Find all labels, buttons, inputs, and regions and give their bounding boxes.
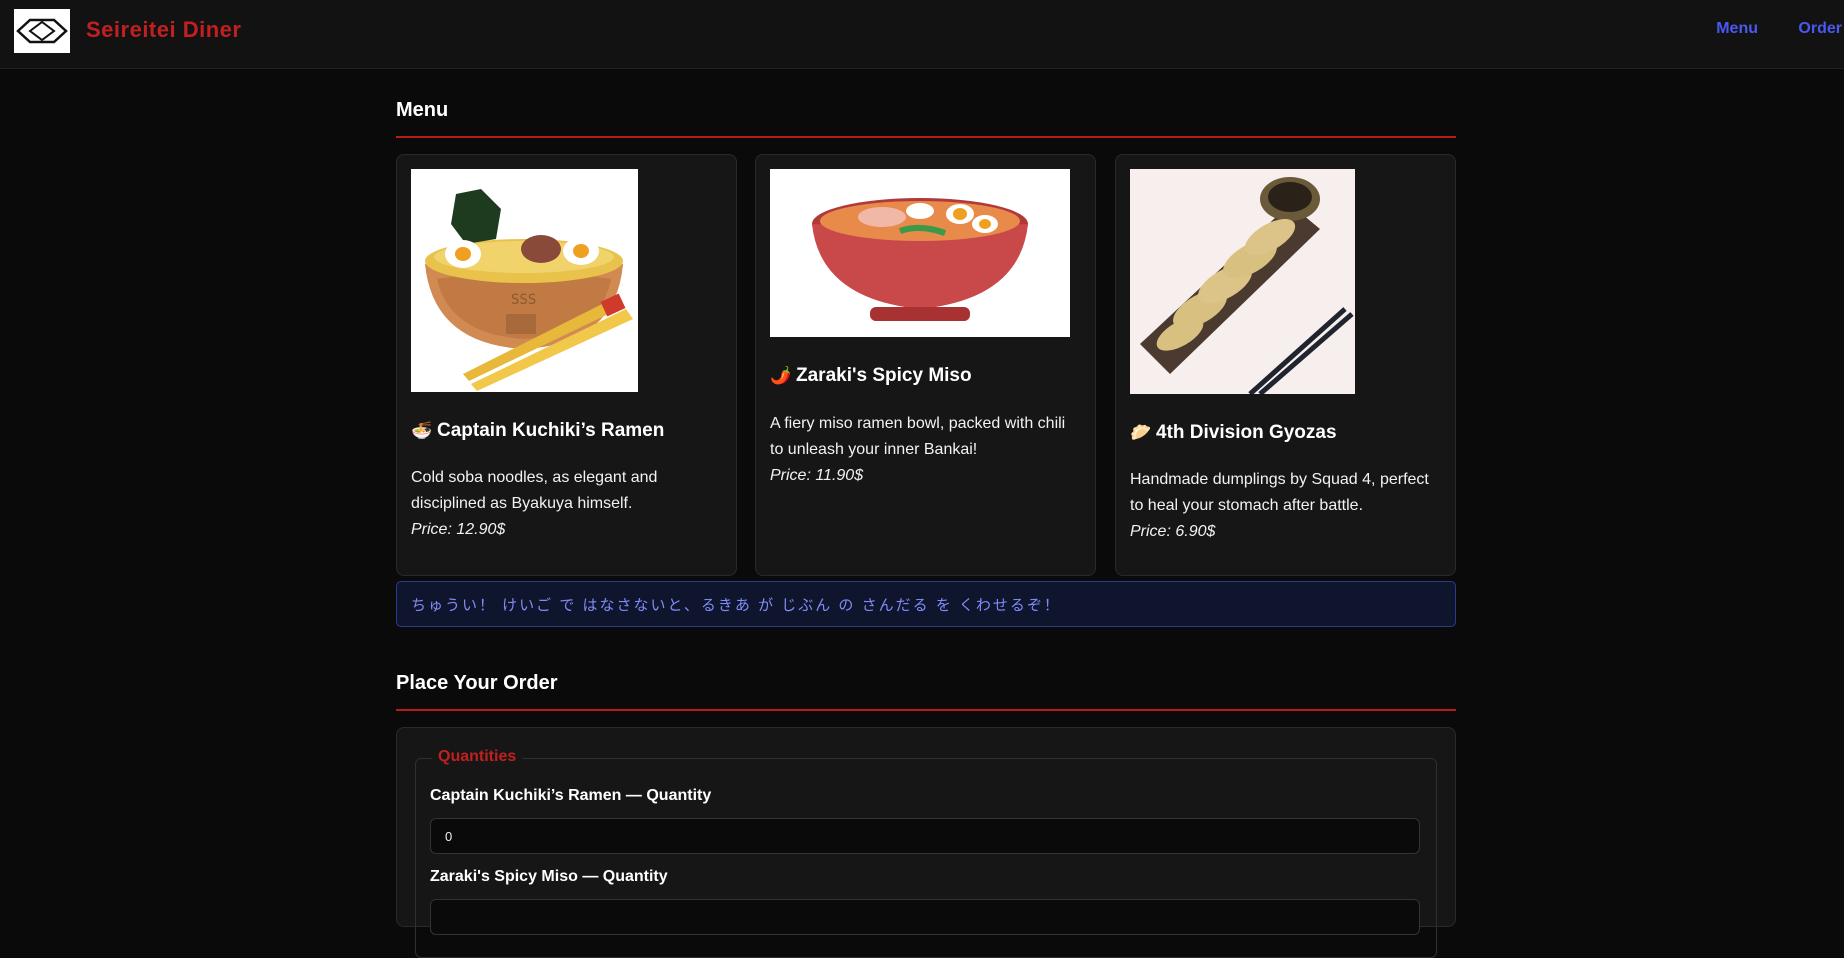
order-section-title: Place Your Order — [396, 672, 1456, 711]
quantity-input-kuchiki[interactable] — [430, 818, 1420, 854]
menu-item-price: Price: 6.90$ — [1130, 523, 1216, 540]
menu-section-title: Menu — [396, 99, 1456, 138]
menu-item-name: 🍜 Captain Kuchiki’s Ramen — [411, 420, 664, 442]
menu-item-price: Price: 12.90$ — [411, 521, 506, 538]
svg-text:SSS: SSS — [511, 292, 536, 308]
quantities-legend: Quantities — [432, 748, 523, 766]
quantities-fieldset: Quantities Captain Kuchiki’s Ramen — Qua… — [415, 748, 1437, 958]
site-brand[interactable]: Seireitei Diner — [86, 17, 241, 43]
menu-card-zaraki-miso: 🌶️ Zaraki's Spicy Miso A fiery miso ramen… — [755, 154, 1096, 576]
order-form: Quantities Captain Kuchiki’s Ramen — Qua… — [396, 727, 1456, 958]
menu-item-price: Price: 11.90$ — [770, 467, 864, 484]
gyoza-plate-image — [1130, 169, 1355, 394]
menu-item-name: 🌶️ Zaraki's Spicy Miso — [770, 365, 972, 387]
menu-item-description: A fiery miso ramen bowl, packed with chi… — [770, 415, 1066, 458]
nav-link-menu[interactable]: Menu — [1716, 20, 1758, 38]
menu-card-gyozas: 🥟 4th Division Gyozas Handmade dumplings … — [1115, 154, 1456, 576]
ramen-bowl-image: SSS — [411, 169, 638, 392]
menu-item-title: Captain Kuchiki’s Ramen — [437, 420, 665, 441]
nav-link-order[interactable]: Order — [1798, 20, 1842, 38]
chili-emoji-icon: 🌶️ — [770, 366, 792, 385]
menu-item-title: 4th Division Gyozas — [1156, 422, 1337, 443]
warning-notice: ちゅうい！ けいご で はなさないと、るきあ が じぶん の さんだる を くわ… — [396, 581, 1456, 627]
menu-item-title: Zaraki's Spicy Miso — [796, 365, 972, 386]
quantity-label-zaraki: Zaraki's Spicy Miso — Quantity — [430, 868, 668, 885]
menu-card-kuchiki-ramen: SSS 🍜 Captain Kuchiki’s Ramen Cold soba n… — [396, 154, 737, 576]
top-navbar: Seireitei Diner Menu Order — [0, 0, 1844, 69]
quantity-input-zaraki[interactable] — [430, 899, 1420, 935]
dumpling-emoji-icon: 🥟 — [1130, 423, 1152, 442]
menu-item-description: Handmade dumplings by Squad 4, perfect t… — [1130, 471, 1429, 514]
miso-ramen-image — [770, 169, 1070, 337]
quantity-label-kuchiki: Captain Kuchiki’s Ramen — Quantity — [430, 787, 712, 804]
squad-emblem-icon[interactable] — [14, 9, 70, 53]
menu-item-description: Cold soba noodles, as elegant and discip… — [411, 469, 658, 512]
ramen-emoji-icon: 🍜 — [411, 421, 433, 440]
menu-item-name: 🥟 4th Division Gyozas — [1130, 422, 1337, 444]
